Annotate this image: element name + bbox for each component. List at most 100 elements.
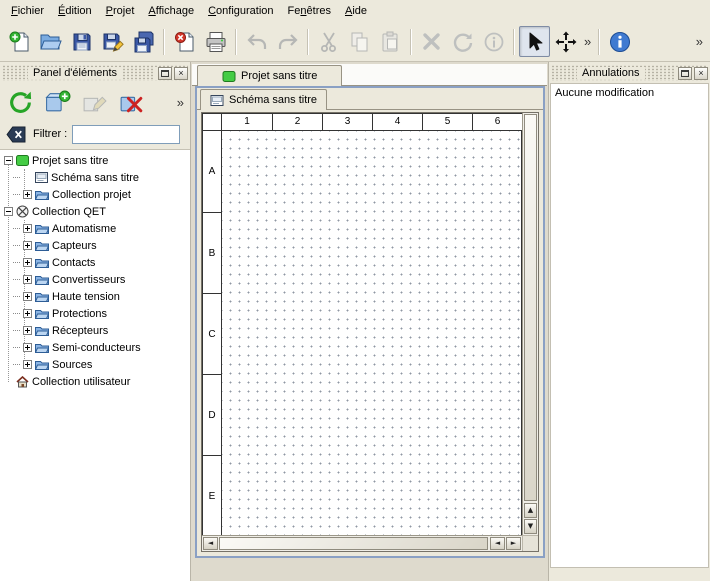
scroll-left-button[interactable]: ◄ [203,537,218,550]
ruler-row-label: E [203,455,221,535]
redo-icon [276,30,300,54]
dock-float-button[interactable] [678,67,692,80]
vertical-scrollbar-thumb[interactable] [524,114,537,501]
selection-mode-button[interactable] [519,26,550,57]
new-file-button[interactable] [4,26,35,57]
undo-button[interactable] [241,26,272,57]
tree-item-schema[interactable]: Schéma sans titre [0,169,190,186]
close-icon: × [178,69,183,78]
tree-item-label: Semi-conducteurs [52,342,141,354]
toolbar-overflow-chevron[interactable]: » [581,34,594,49]
schema-canvas[interactable]: 1 2 3 4 5 6 A B C D E [202,113,522,535]
scroll-left-button-2[interactable]: ◄ [490,537,505,550]
tree-item-sources[interactable]: Sources [0,356,190,373]
menu-aide[interactable]: Aide [338,1,374,21]
tab-projet-sans-titre[interactable]: Projet sans titre [197,65,342,86]
scrollbar-corner [522,535,538,551]
menu-fenetres[interactable]: Fenêtres [281,1,338,21]
tree-item-collection-qet[interactable]: Collection QET [0,203,190,220]
menu-fichier[interactable]: Fichier [4,1,51,21]
toolbar-separator [163,29,165,55]
menu-projet[interactable]: Projet [99,1,142,21]
close-file-icon [173,30,197,54]
expand-expander-icon[interactable] [23,190,32,199]
tree-item-contacts[interactable]: Contacts [0,254,190,271]
save-button[interactable] [66,26,97,57]
expand-expander-icon[interactable] [23,360,32,369]
menu-edition[interactable]: Édition [51,1,99,21]
scroll-down-button[interactable]: ▼ [524,519,537,534]
expand-expander-icon[interactable] [23,292,32,301]
tree-item-semi-conducteurs[interactable]: Semi-conducteurs [0,339,190,356]
rotate-selection-button[interactable] [447,26,478,57]
save-all-button[interactable] [128,26,159,57]
tree-item-convertisseurs[interactable]: Convertisseurs [0,271,190,288]
undo-icon [245,30,269,54]
tree-item-haute-tension[interactable]: Haute tension [0,288,190,305]
expand-expander-icon[interactable] [23,275,32,284]
reload-collections-button[interactable] [3,85,37,119]
expand-expander-icon[interactable] [23,241,32,250]
new-element-button[interactable] [40,85,74,119]
delete-selection-button[interactable] [416,26,447,57]
ruler-row-label: B [203,212,221,293]
dot-grid[interactable] [222,131,522,535]
scroll-right-button[interactable]: ► [506,537,521,550]
scroll-up-button[interactable]: ▲ [524,503,537,518]
tree-item-protections[interactable]: Protections [0,305,190,322]
close-icon: × [698,69,703,78]
tree-item-label: Capteurs [52,240,97,252]
horizontal-scrollbar-thumb[interactable] [219,537,488,550]
expand-expander-icon[interactable] [23,224,32,233]
close-file-button[interactable] [169,26,200,57]
delete-element-button[interactable] [114,85,148,119]
down-arrow-icon: ▼ [528,523,533,530]
elements-panel-titlebar[interactable]: Panel d'éléments × [2,65,188,81]
collapse-expander-icon[interactable] [4,207,13,216]
dock-buttons: × [675,67,708,80]
elements-tree[interactable]: Projet sans titre Schéma sans titre Coll… [0,149,190,581]
tree-item-collection-utilisateur[interactable]: Collection utilisateur [0,373,190,390]
collapse-expander-icon[interactable] [4,156,13,165]
redo-button[interactable] [272,26,303,57]
vertical-scrollbar[interactable]: ▲ ▼ [522,113,538,535]
copy-button[interactable] [344,26,375,57]
print-button[interactable] [200,26,231,57]
menu-affichage[interactable]: Affichage [141,1,201,21]
menu-configuration[interactable]: Configuration [201,1,280,21]
filter-input[interactable] [72,125,180,144]
pan-mode-button[interactable] [550,26,581,57]
open-file-button[interactable] [35,26,66,57]
paste-button[interactable] [375,26,406,57]
folder-icon [35,257,49,268]
tab-schema-sans-titre[interactable]: Schéma sans titre [200,89,327,110]
toolbar-separator [513,29,515,55]
dock-float-button[interactable] [158,67,172,80]
about-qet-button[interactable] [604,26,635,57]
edit-element-button[interactable] [77,85,111,119]
expand-expander-icon[interactable] [23,326,32,335]
folder-icon [35,240,49,251]
tree-item-automatisme[interactable]: Automatisme [0,220,190,237]
undo-dock-titlebar[interactable]: Annulations × [551,65,708,81]
tree-item-label: Projet sans titre [32,155,108,167]
panel-toolbar-overflow-chevron[interactable]: » [174,95,187,110]
save-as-button[interactable] [97,26,128,57]
tree-item-collection-projet[interactable]: Collection projet [0,186,190,203]
toolbar-overflow-chevron-right[interactable]: » [693,34,706,49]
expand-expander-icon[interactable] [23,309,32,318]
element-info-button[interactable] [478,26,509,57]
clear-filter-button[interactable] [4,124,28,144]
dock-close-button[interactable]: × [174,67,188,80]
expand-expander-icon[interactable] [23,258,32,267]
tree-item-capteurs[interactable]: Capteurs [0,237,190,254]
horizontal-scrollbar[interactable]: ◄ ◄ ► [202,535,522,551]
elements-panel-title: Panel d'éléments [28,67,122,79]
cut-button[interactable] [313,26,344,57]
undo-history-list[interactable]: Aucune modification [550,83,709,568]
tree-item-project[interactable]: Projet sans titre [0,152,190,169]
expand-expander-icon[interactable] [23,343,32,352]
undo-empty-item[interactable]: Aucune modification [555,87,654,99]
tree-item-recepteurs[interactable]: Récepteurs [0,322,190,339]
dock-close-button[interactable]: × [694,67,708,80]
